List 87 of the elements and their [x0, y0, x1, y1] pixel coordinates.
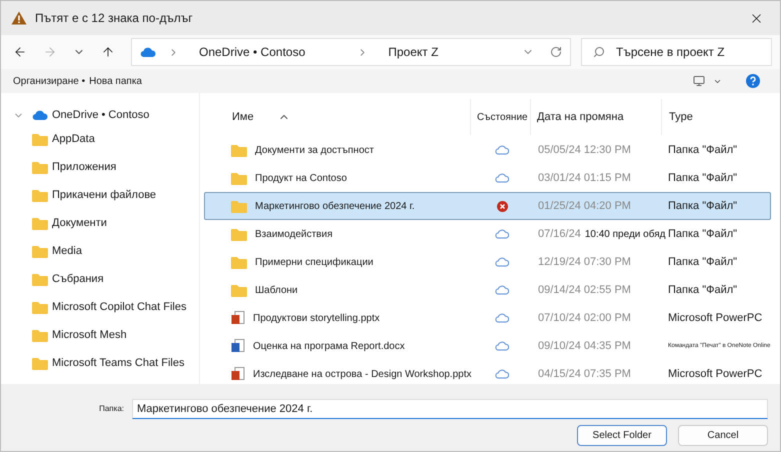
tree-item[interactable]: Media [1, 237, 199, 265]
folder-icon [32, 300, 48, 314]
type-cell-text: Папка "Файл" [667, 170, 738, 186]
file-name: Продукт на Contoso [255, 172, 347, 186]
date-cell-text: 07/10/24 02:00 PM [538, 310, 631, 326]
date-cell-text: 12/19/24 07:30 PM [538, 254, 631, 270]
command-button[interactable]: Нова папка [89, 74, 142, 88]
file-name: Примерни спецификации [255, 256, 374, 270]
column-header[interactable]: Състояние [471, 99, 531, 135]
folder-icon [32, 272, 48, 286]
breadcrumb-item[interactable]: OneDrive • Contoso [199, 43, 306, 61]
column-header[interactable]: Име [200, 99, 471, 135]
select-folder-button[interactable]: Select Folder [577, 425, 667, 446]
folder-field[interactable]: Маркетингово обезпечение 2024 г. [132, 399, 768, 419]
presentation-file-icon [231, 311, 245, 325]
date-cell-text: 09/14/24 02:55 PM [538, 282, 631, 298]
folder-icon [231, 228, 247, 240]
search-icon [593, 46, 605, 58]
folder-icon [32, 188, 48, 202]
folder-icon [231, 256, 247, 268]
folder-icon [32, 244, 48, 258]
address-bar[interactable]: OneDrive • Contoso Проект Z [131, 38, 571, 66]
type-cell-text: Папка "Файл" [667, 226, 738, 242]
cloud-icon [140, 46, 156, 58]
warning-icon [11, 11, 27, 25]
column-header[interactable]: Type [662, 99, 780, 135]
tree-item[interactable]: Събрания [1, 265, 199, 293]
folder-icon [32, 216, 48, 230]
file-row[interactable]: Шаблони 09/14/24 02:55 PM Папка "Файл" [204, 276, 772, 304]
date-cell-text: 07/16/24 [538, 226, 581, 242]
tree-item[interactable]: Документи [1, 209, 199, 237]
file-row[interactable]: Маркетингово обезпечение 2024 г. 01/25/24 04:20 PM Папка "Файл" [204, 192, 772, 220]
command-button[interactable]: Организиране • [13, 74, 86, 88]
file-name: Продуктови storytelling.pptx [253, 312, 380, 326]
date-cell-text: 01/25/24 04:20 PM [538, 198, 631, 214]
document-file-icon [231, 339, 245, 353]
tree-item[interactable]: AppData [1, 125, 199, 153]
tree-item[interactable]: Приложения [1, 153, 199, 181]
breadcrumb-item[interactable]: Проект Z [388, 43, 438, 61]
search-field[interactable]: Търсене в проект Z [581, 38, 772, 66]
folder-icon [231, 284, 247, 296]
tree-item[interactable]: Microsoft Mesh [1, 321, 199, 349]
date-cell-text: 03/01/24 01:15 PM [538, 170, 631, 186]
folder-icon [231, 144, 247, 156]
column-header[interactable]: Дата на промяна [531, 99, 662, 135]
file-name: Маркетингово обезпечение 2024 г. [255, 200, 415, 214]
date-cell-text: 05/05/24 12:30 PM [538, 142, 631, 158]
type-cell-text: Папка "Файл" [667, 282, 738, 298]
type-cell-text: Папка "Файл" [667, 198, 738, 214]
tree-item[interactable]: Прикачени файлове [1, 181, 199, 209]
file-row[interactable]: Взаимодействия 07/16/24 10:40 преди обяд Папка "Файл" [204, 220, 772, 248]
cancel-button[interactable]: Cancel [678, 425, 768, 446]
tree-item[interactable]: Microsoft Copilot Chat Files [1, 293, 199, 321]
file-row[interactable]: Документи за достъпност 05/05/24 12:30 PM Папка "Файл" [204, 136, 772, 164]
folder-icon [32, 356, 48, 370]
folder-icon [231, 200, 247, 212]
file-name: Шаблони [255, 284, 298, 298]
view-options-icon[interactable] [693, 75, 705, 87]
date-cell-text: 09/10/24 04:35 PM [538, 338, 631, 354]
file-name: Изследване на острова - Design Workshop.pptx [253, 368, 472, 382]
tree-item[interactable]: Microsoft Teams Chat Files [1, 349, 199, 377]
file-row[interactable]: Продукт на Contoso 03/01/24 01:15 PM Папка "Файл" [204, 164, 772, 192]
forward-arrow-icon [43, 45, 57, 59]
type-cell-text: Папка "Файл" [667, 142, 738, 158]
cloud-icon [32, 110, 48, 120]
window-title: Пътят е с 12 знака по-дълъг [35, 10, 193, 27]
folder-icon [32, 328, 48, 342]
folder-icon [231, 172, 247, 184]
file-row[interactable]: Примерни спецификации 12/19/24 07:30 PM Папка "Файл" [204, 248, 772, 276]
refresh-icon[interactable] [550, 46, 562, 58]
time-cell-text: 10:40 преди обяд [584, 228, 666, 242]
file-row[interactable]: Продуктови storytelling.pptx 07/10/24 02:00 PM Microsoft PowerPC [204, 304, 772, 332]
folder-icon [32, 160, 48, 174]
type-cell-text: Папка "Файл" [667, 254, 738, 270]
type-cell-text: Microsoft PowerPC [667, 310, 762, 326]
tree-item[interactable]: OneDrive • Contoso [1, 105, 199, 125]
file-name: Взаимодействия [255, 228, 332, 242]
help-icon[interactable] [746, 74, 760, 88]
folder-label: Папка: [98, 403, 125, 415]
date-cell-text: 04/15/24 07:35 PM [538, 366, 631, 382]
folder-icon [32, 132, 48, 146]
up-arrow-icon [101, 45, 115, 59]
file-name: Оценка на програма Report.docx [253, 340, 405, 354]
presentation-file-icon [231, 367, 245, 381]
file-name: Документи за достъпност [255, 144, 374, 158]
type-cell-text: Microsoft PowerPC [667, 366, 762, 382]
file-row[interactable]: Изследване на острова - Design Workshop.pptx 04/15/24 07:35 PM Microsoft PowerPC [204, 360, 772, 388]
